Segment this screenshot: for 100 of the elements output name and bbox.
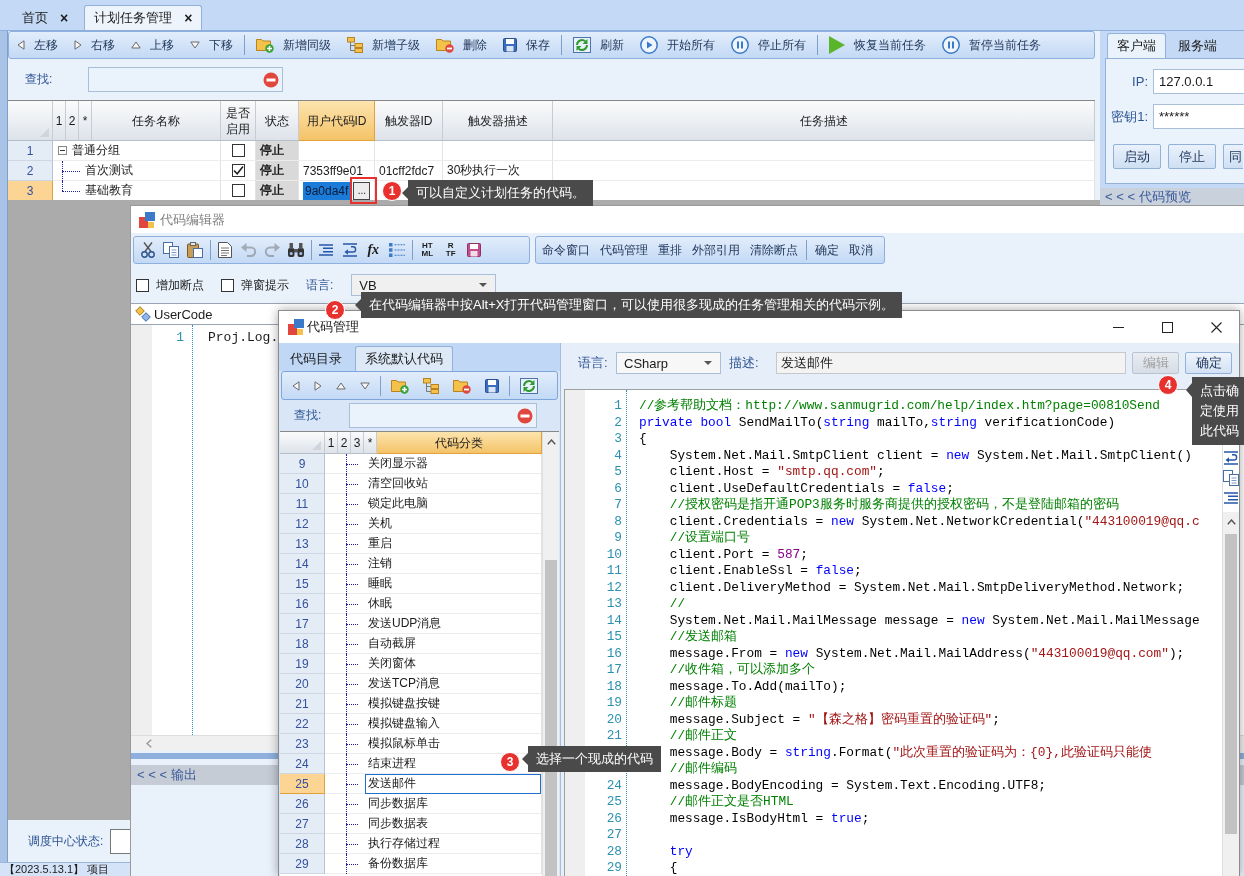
action-button[interactable]: 同	[1223, 144, 1243, 169]
tab[interactable]: 计划任务管理 ×	[84, 5, 203, 30]
row-header[interactable]: 26	[280, 794, 325, 814]
tree-item[interactable]: 重启	[365, 533, 393, 554]
column-header[interactable]: 是否启用	[221, 101, 256, 141]
tree-item[interactable]: 发送邮件	[365, 773, 541, 794]
toolbar-button[interactable]: 刷新	[565, 33, 632, 57]
row-header[interactable]: 17	[280, 614, 325, 634]
tree-item[interactable]: 关闭窗体	[365, 653, 417, 674]
column-header[interactable]: 任务名称	[92, 101, 221, 141]
dropdown[interactable]: CSharp	[616, 352, 721, 374]
search-field[interactable]	[88, 67, 283, 92]
tree-item[interactable]: 关机	[365, 513, 393, 534]
toolbar-button[interactable]	[1223, 450, 1239, 466]
tree-item[interactable]: 发送UDP消息	[365, 613, 443, 634]
action-button[interactable]: 启动	[1113, 144, 1161, 169]
checkbox[interactable]	[231, 164, 245, 177]
row-header[interactable]: 3	[8, 181, 53, 200]
document-tab[interactable]: UserCode	[131, 304, 217, 324]
input-field[interactable]: 127.0.0.1	[1153, 69, 1244, 94]
row-header[interactable]: 18	[280, 634, 325, 654]
close-button[interactable]: ×	[184, 11, 193, 25]
row-header[interactable]: 19	[280, 654, 325, 674]
toolbar-button[interactable]: 代码管理	[595, 239, 653, 261]
toolbar-button[interactable]: 外部引用	[687, 239, 745, 261]
column-header[interactable]: 触发器ID	[375, 101, 443, 141]
toolbar-button[interactable]: 恢复当前任务	[821, 33, 934, 57]
row-header[interactable]: 29	[280, 854, 325, 874]
tree-item[interactable]: 模拟鼠标单击	[365, 733, 441, 754]
column-header[interactable]: 2	[66, 101, 79, 141]
panel-header[interactable]: < < < 代码预览	[1100, 188, 1244, 205]
action-button[interactable]: 确定	[1185, 352, 1232, 374]
row-header[interactable]: 22	[280, 714, 325, 734]
toolbar-button[interactable]: fx	[361, 239, 385, 261]
tree-item[interactable]: 执行存储过程	[365, 833, 441, 854]
toolbar-button[interactable]: 清除断点	[745, 239, 803, 261]
column-header[interactable]: 3	[351, 432, 364, 454]
checkbox[interactable]	[231, 144, 245, 157]
row-header[interactable]: 9	[280, 454, 325, 474]
close-button[interactable]: ×	[60, 11, 69, 25]
column-header[interactable]: 1	[53, 101, 66, 141]
toolbar-button[interactable]: 停止所有	[723, 33, 814, 57]
row-header[interactable]: 13	[280, 534, 325, 554]
checkbox[interactable]	[136, 278, 149, 292]
ellipsis-button[interactable]: ...	[353, 181, 371, 200]
checkbox[interactable]	[221, 278, 234, 292]
cell-editor[interactable]: 9a0da4f	[303, 181, 351, 200]
tree-item[interactable]: 普通分组	[72, 142, 120, 159]
tree-item[interactable]: 备份数据库	[365, 853, 429, 874]
action-button[interactable]: 停止	[1168, 144, 1216, 169]
tab[interactable]: 代码目录	[280, 346, 352, 371]
tree-item[interactable]: 模拟键盘输入	[365, 713, 441, 734]
column-header[interactable]: 触发器描述	[443, 101, 553, 141]
checkbox-label[interactable]: 弹窗提示	[241, 276, 289, 294]
input-field[interactable]	[110, 828, 130, 854]
row-header[interactable]: 2	[8, 161, 53, 181]
row-header[interactable]: 14	[280, 554, 325, 574]
row-header[interactable]: 23	[280, 734, 325, 754]
toolbar-button[interactable]: 取消	[844, 239, 878, 261]
column-header[interactable]: 代码分类	[377, 432, 542, 454]
toolbar-button[interactable]: 右移	[66, 33, 123, 57]
row-header[interactable]: 12	[280, 514, 325, 534]
column-header[interactable]: 1	[325, 432, 338, 454]
input-field[interactable]: ******	[1153, 104, 1244, 129]
toolbar-button[interactable]: 新增子级	[339, 33, 428, 57]
tab[interactable]: 服务端	[1168, 33, 1227, 58]
tree-item[interactable]: 关闭显示器	[365, 453, 429, 474]
toolbar-button[interactable]	[1223, 490, 1239, 506]
tree-item[interactable]: 同步数据表	[365, 813, 429, 834]
toolbar-button[interactable]: 暂停当前任务	[934, 33, 1049, 57]
toolbar-button[interactable]: 重排	[653, 239, 687, 261]
row-header[interactable]: 15	[280, 574, 325, 594]
toolbar-button[interactable]: 确定	[810, 239, 844, 261]
toolbar-button[interactable]: HTML	[415, 239, 439, 261]
input-field[interactable]: 发送邮件	[776, 352, 1126, 374]
tree-item[interactable]: 发送TCP消息	[365, 673, 441, 694]
toolbar-button[interactable]: 下移	[182, 33, 241, 57]
toolbar-button[interactable]: 上移	[123, 33, 182, 57]
toolbar-button[interactable]	[1223, 470, 1239, 486]
row-header[interactable]: 11	[280, 494, 325, 514]
tab[interactable]: 首页 ×	[12, 5, 79, 30]
row-header[interactable]: 10	[280, 474, 325, 494]
column-header[interactable]: 状态	[256, 101, 299, 141]
column-header[interactable]: *	[79, 101, 92, 141]
column-header[interactable]: *	[364, 432, 377, 454]
tree-item[interactable]: 锁定此电脑	[365, 493, 429, 514]
toolbar-button[interactable]: 新增同级	[248, 33, 339, 57]
tab[interactable]: 系统默认代码	[355, 346, 453, 371]
row-header[interactable]: 25	[280, 774, 325, 794]
tree-item[interactable]: 首次测试	[85, 162, 133, 179]
tree-item[interactable]: 清空回收站	[365, 473, 429, 494]
row-header[interactable]: 20	[280, 674, 325, 694]
toolbar-button[interactable]: 命令窗口	[537, 239, 595, 261]
column-header[interactable]: 任务描述	[553, 101, 1095, 141]
vertical-scrollbar[interactable]	[1223, 512, 1239, 876]
tree-item[interactable]: 基础教育	[85, 182, 133, 199]
toolbar-button[interactable]: 开始所有	[632, 33, 723, 57]
scrollbar-thumb[interactable]	[1225, 534, 1237, 834]
tree-item[interactable]: 休眠	[365, 593, 393, 614]
row-header[interactable]: 16	[280, 594, 325, 614]
